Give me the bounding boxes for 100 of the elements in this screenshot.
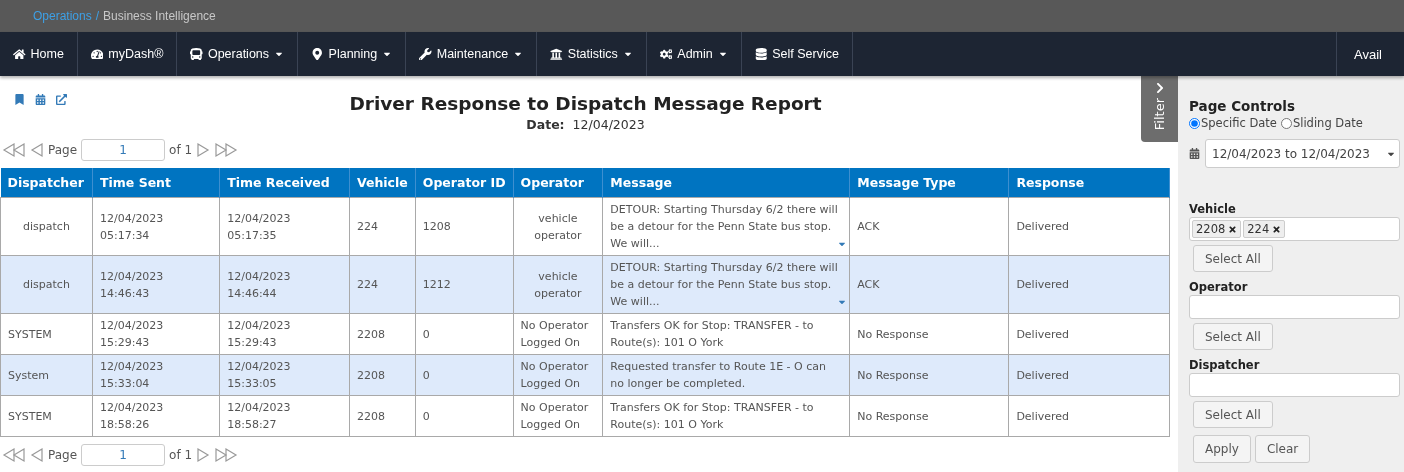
table-cell: No Operator Logged On	[513, 313, 603, 355]
nav-menu-item[interactable]: myDash®	[77, 32, 178, 76]
column-header: Dispatcher	[0, 168, 93, 198]
column-header: Vehicle	[349, 168, 416, 198]
page-number-field[interactable]: 1	[81, 444, 166, 466]
column-header: Time Received	[219, 168, 350, 198]
select-all-button[interactable]: Select All	[1193, 323, 1273, 350]
page-count: of 1	[169, 143, 193, 157]
multi-select-field[interactable]: 2208 224	[1189, 217, 1400, 241]
previous-page-icon[interactable]	[30, 142, 44, 158]
table-cell: vehicle operator	[513, 197, 603, 256]
table-cell: Requested transfer to Route 1E - O can no longer be completed.	[602, 354, 850, 396]
gauge-icon	[90, 47, 104, 61]
table-cell: No Response	[849, 395, 1009, 437]
bookmark-icon[interactable]	[14, 94, 25, 105]
column-header: Message	[602, 168, 850, 198]
table-cell: System	[0, 354, 93, 396]
radio-button[interactable]	[1189, 117, 1200, 129]
calendar-icon	[1189, 148, 1200, 159]
filter-label: Dispatcher	[1189, 358, 1261, 372]
table-cell: SYSTEM	[0, 395, 93, 437]
multi-select-field[interactable]	[1189, 373, 1400, 397]
column-header: Response	[1008, 168, 1170, 198]
table-cell: No Response	[849, 313, 1009, 355]
page-number-field[interactable]: 1	[81, 139, 166, 161]
column-header: Operator ID	[415, 168, 514, 198]
table-cell: No Operator Logged On	[513, 354, 603, 396]
bank-icon	[550, 47, 563, 61]
table-cell: 12/04/2023 15:33:05	[219, 354, 350, 396]
filter-label: Operator	[1189, 280, 1249, 294]
remove-icon	[1272, 224, 1282, 234]
table-cell: 0	[415, 354, 514, 396]
table-cell: 1212	[415, 255, 514, 314]
selected-tag[interactable]: 2208	[1192, 220, 1242, 238]
select-all-button[interactable]: Select All	[1193, 245, 1273, 272]
column-header: Operator	[513, 168, 603, 198]
table-cell: 0	[415, 395, 514, 437]
first-page-icon[interactable]	[2, 447, 26, 463]
table-cell: 12/04/2023 14:46:44	[219, 255, 350, 314]
table-cell: Delivered	[1008, 255, 1170, 314]
report-title: Driver Response to Dispatch Message Report	[349, 93, 822, 114]
filter-tab[interactable]: Filter	[1141, 76, 1178, 142]
table-cell: 0	[415, 313, 514, 355]
radio-button[interactable]	[1280, 117, 1292, 129]
date-mode-radio[interactable]: Specific Date	[1189, 116, 1277, 130]
last-page-icon[interactable]	[214, 142, 239, 158]
nav-menu-item[interactable]: Self Service	[741, 32, 853, 76]
table-cell: Transfers OK for Stop: TRANSFER - to Route(s): 101 O York	[602, 395, 850, 437]
nav-menu-item[interactable]: Statistics	[537, 32, 647, 76]
table-cell: Delivered	[1008, 197, 1170, 256]
calendar-icon[interactable]	[35, 94, 46, 105]
filter-label: Vehicle	[1189, 202, 1237, 216]
table-cell: 2208	[349, 354, 416, 396]
clear-button[interactable]: Clear	[1254, 435, 1311, 463]
wrench-icon	[419, 47, 432, 61]
previous-page-icon[interactable]	[30, 447, 44, 463]
date-range-select[interactable]: 12/04/2023 to 12/04/2023	[1205, 139, 1400, 168]
table-cell: 224	[349, 255, 416, 314]
table-cell: 12/04/2023 18:58:27	[219, 395, 350, 437]
table-cell: 12/04/2023 15:29:43	[92, 313, 220, 355]
table-cell: dispatch	[0, 255, 93, 314]
nav-menu-item[interactable]: Admin	[646, 32, 742, 76]
table-cell: 12/04/2023 05:17:34	[92, 197, 220, 256]
table-cell: No Operator Logged On	[513, 395, 603, 437]
breadcrumb-separator: /	[95, 9, 100, 23]
table-cell: SYSTEM	[0, 313, 93, 355]
date-mode-radio[interactable]: Sliding Date	[1280, 116, 1363, 130]
column-header: Message Type	[849, 168, 1009, 198]
first-page-icon[interactable]	[2, 142, 26, 158]
bus-icon	[190, 47, 203, 61]
apply-button[interactable]: Apply	[1193, 435, 1251, 463]
nav-menu-item[interactable]: Operations	[177, 32, 299, 76]
table-cell: dispatch	[0, 197, 93, 256]
table-cell: ACK	[849, 197, 1009, 256]
nav-menu-item[interactable]: Home	[0, 32, 78, 76]
table-cell: DETOUR: Starting Thursday 6/2 there will be a detour for the Penn State bus stop. We will...	[602, 197, 850, 256]
table-cell: 12/04/2023 05:17:35	[219, 197, 350, 256]
next-page-icon[interactable]	[196, 142, 211, 158]
date-label: Date:	[526, 117, 565, 132]
nav-menu-item[interactable]: Planning	[298, 32, 407, 76]
table-cell: DETOUR: Starting Thursday 6/2 there will be a detour for the Penn State bus stop. We will...	[602, 255, 850, 314]
table-cell: 224	[349, 197, 416, 256]
table-cell: ACK	[849, 255, 1009, 314]
selected-tag[interactable]: 224	[1243, 220, 1286, 238]
table-cell: Delivered	[1008, 354, 1170, 396]
table-cell: Delivered	[1008, 313, 1170, 355]
external-link-icon[interactable]	[56, 94, 67, 105]
table-cell: 1208	[415, 197, 514, 256]
database-icon	[754, 47, 768, 61]
last-page-icon[interactable]	[214, 447, 239, 463]
map-pin-icon	[311, 47, 324, 61]
table-cell: vehicle operator	[513, 255, 603, 314]
house-icon	[13, 47, 26, 61]
select-all-button[interactable]: Select All	[1193, 401, 1273, 428]
next-page-icon[interactable]	[196, 447, 211, 463]
nav-menu-item[interactable]: Maintenance	[406, 32, 538, 76]
remove-icon	[1228, 224, 1238, 234]
page-label: Page	[48, 143, 78, 157]
table-cell: 12/04/2023 18:58:26	[92, 395, 220, 437]
multi-select-field[interactable]	[1189, 295, 1400, 319]
